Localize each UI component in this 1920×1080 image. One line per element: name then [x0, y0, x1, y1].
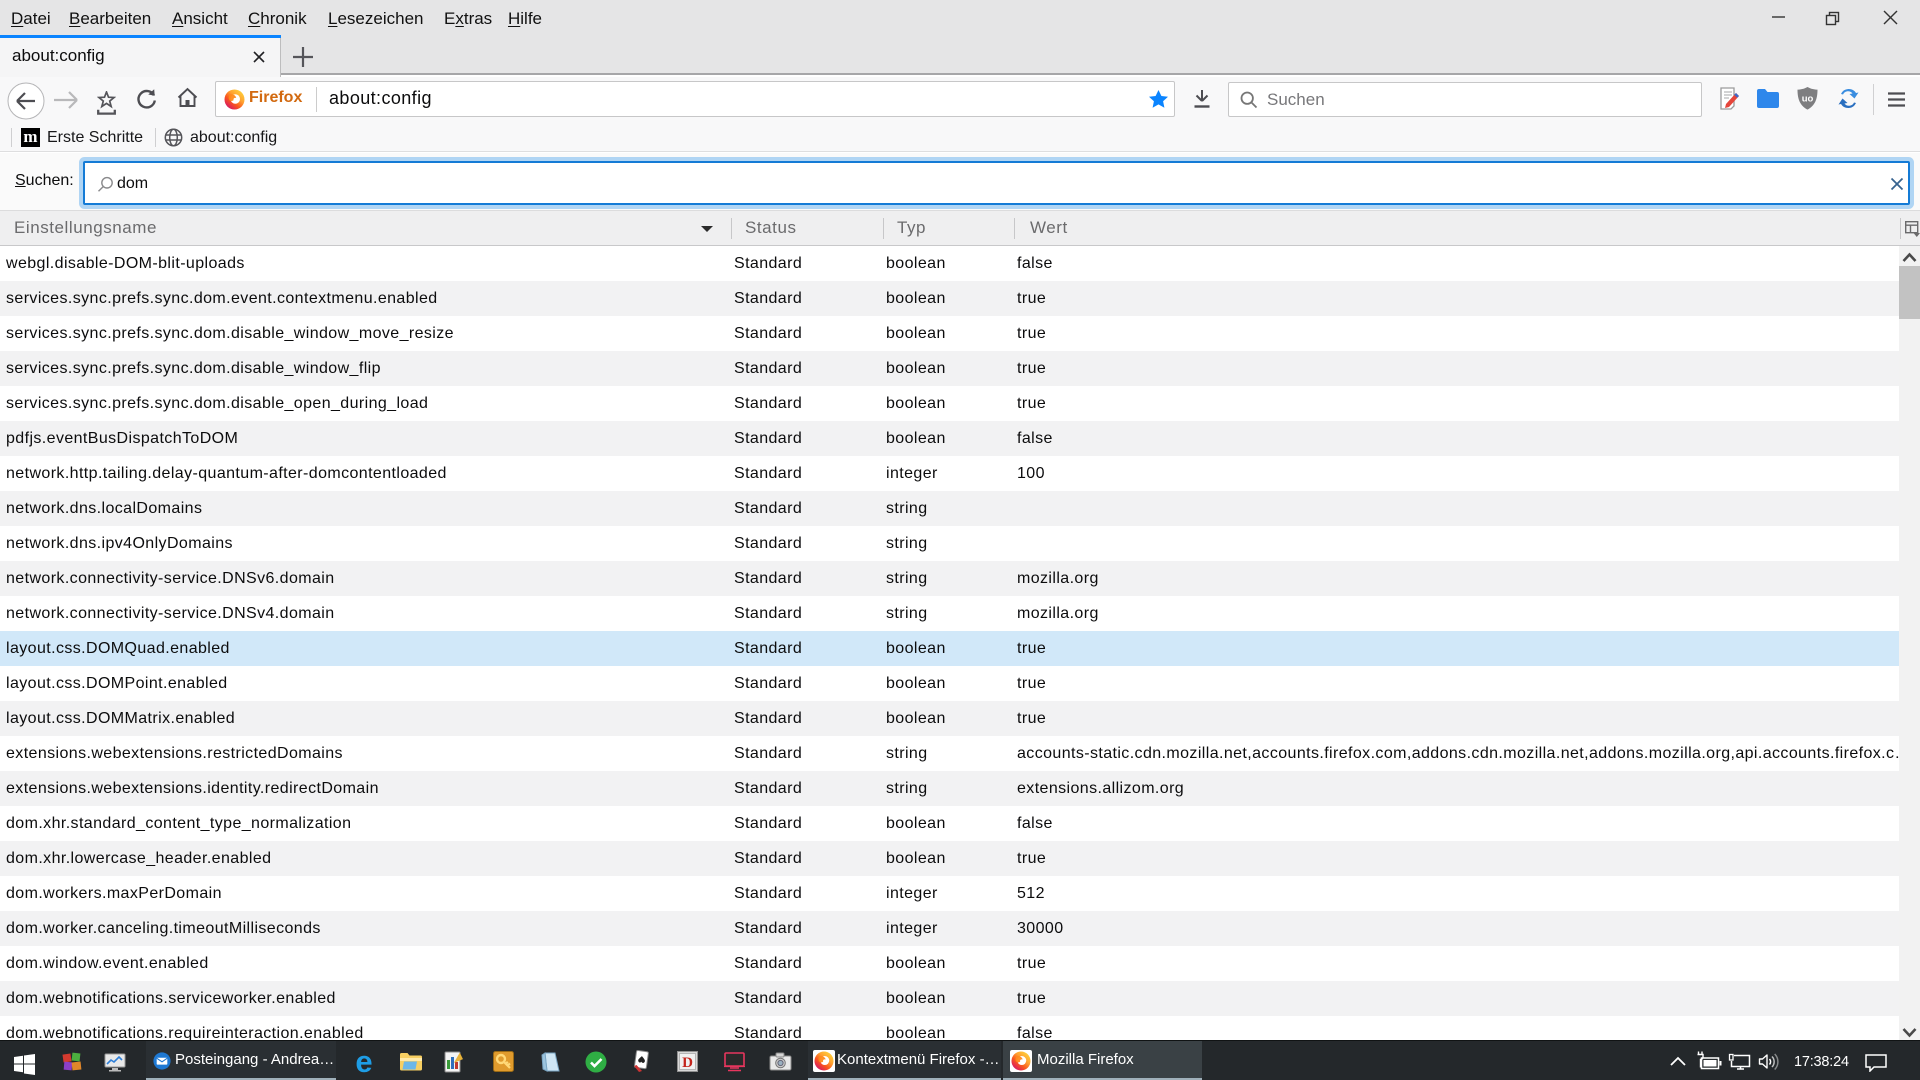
svg-text:uo: uo: [1802, 94, 1814, 105]
svg-text:D: D: [682, 1055, 693, 1071]
